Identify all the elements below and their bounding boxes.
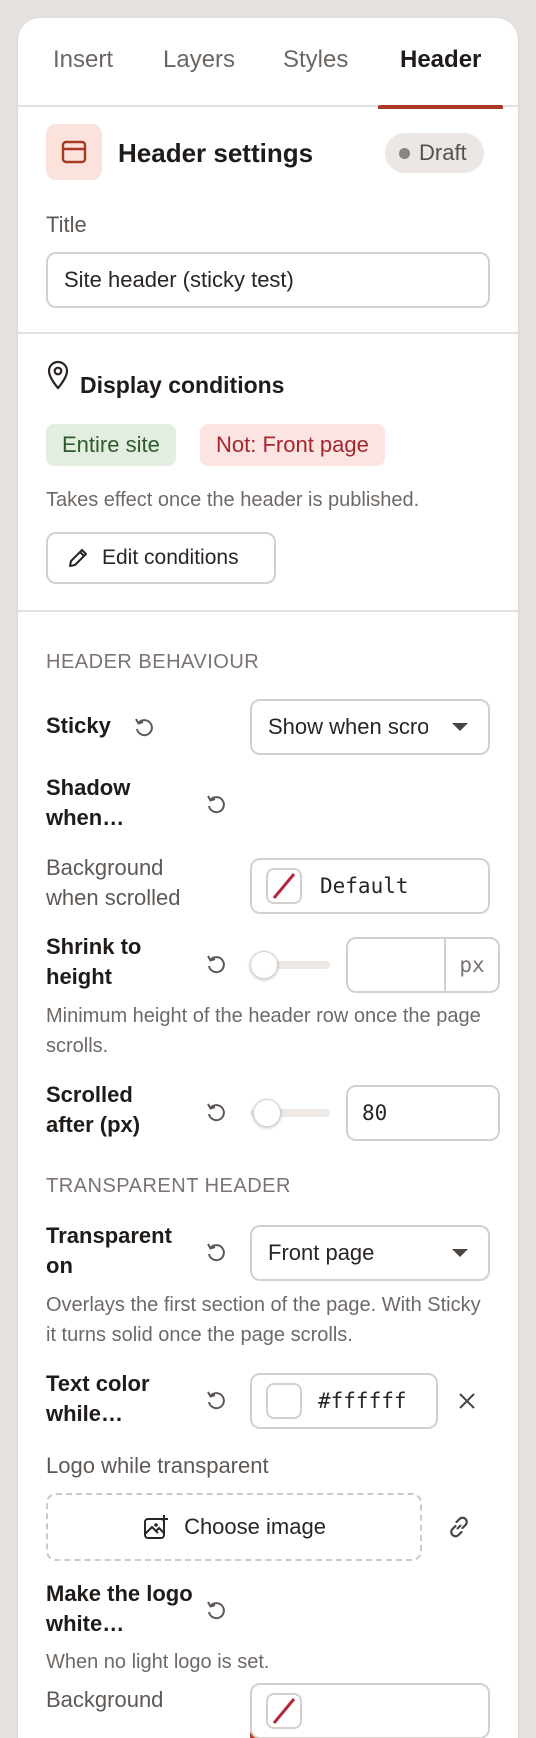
section-heading-behaviour: HEADER BEHAVIOUR [46, 651, 260, 673]
transparent-help-text: Overlays the first section of the page. … [46, 1294, 481, 1346]
shrink-help-text: Minimum height of the header row once th… [46, 1005, 481, 1057]
white-logo-help-text: When no light logo is set. [46, 1651, 270, 1673]
transparent-background-label: Background [46, 1687, 164, 1712]
page-title: Header settings [118, 138, 314, 168]
divider [18, 332, 518, 334]
chevron-down-icon [452, 723, 468, 731]
clear-icon[interactable] [456, 1390, 478, 1417]
transparent-on-label: Transparent on [46, 1223, 172, 1278]
no-color-swatch-icon [266, 1693, 302, 1729]
title-input[interactable]: Site header (sticky test) [46, 252, 490, 308]
scrolled-slider-handle[interactable] [252, 1099, 281, 1127]
choose-image-label: Choose image [184, 1514, 326, 1539]
text-color-picker[interactable]: #ffffff [250, 1373, 438, 1429]
background-color-picker[interactable]: Default [250, 858, 490, 914]
text-color-label: Text color while… [46, 1371, 150, 1426]
tab-header[interactable]: Header [377, 46, 504, 109]
edit-conditions-button[interactable]: Edit conditions [46, 532, 276, 584]
sticky-select-value: Show when scrolling up [268, 714, 428, 739]
tab-insert[interactable]: Insert [53, 46, 113, 107]
tab-bar: Insert Layers Styles Header [18, 18, 518, 109]
white-color-swatch [266, 1383, 302, 1419]
add-image-icon [144, 1515, 169, 1539]
reset-icon[interactable] [204, 1388, 228, 1417]
header-settings-panel: Insert Layers Styles Header Header setti… [18, 18, 518, 1738]
tab-layers[interactable]: Layers [163, 46, 235, 107]
transparent-background-picker[interactable] [250, 1683, 490, 1738]
condition-chip-exclude[interactable]: Not: Front page [200, 424, 385, 466]
white-logo-label: Make the logo white… [46, 1581, 193, 1636]
shrink-height-input[interactable]: px [346, 937, 500, 993]
background-color-value: Default [320, 874, 409, 898]
divider [18, 610, 518, 612]
title-input-value: Site header (sticky test) [64, 267, 294, 292]
chevron-down-icon [452, 1249, 468, 1257]
no-color-swatch-icon [266, 868, 302, 904]
shrink-label: Shrink to height [46, 934, 142, 989]
reset-icon[interactable] [204, 952, 228, 981]
transparent-on-value: Front page [268, 1240, 375, 1265]
link-icon[interactable] [446, 1514, 472, 1545]
edit-conditions-label: Edit conditions [102, 546, 239, 569]
shadow-label: Shadow when… [46, 775, 131, 830]
scrolled-after-input[interactable]: 80 [346, 1085, 500, 1141]
status-dot-icon [399, 147, 410, 159]
condition-chip-include[interactable]: Entire site [46, 424, 176, 466]
sticky-label: Sticky [46, 713, 111, 738]
scrolled-after-value: 80 [362, 1101, 388, 1125]
scrolled-after-label: Scrolled after (px) [46, 1082, 141, 1137]
reset-icon[interactable] [204, 792, 228, 821]
reset-icon[interactable] [132, 715, 156, 744]
shrink-slider-handle[interactable] [250, 951, 278, 979]
pencil-icon [69, 549, 87, 567]
location-pin-icon [46, 360, 70, 395]
status-badge: Draft [385, 133, 484, 173]
section-heading-transparent: TRANSPARENT HEADER [46, 1175, 291, 1197]
reset-icon[interactable] [204, 1598, 228, 1627]
status-badge-label: Draft [419, 140, 467, 165]
text-color-value: #ffffff [318, 1389, 407, 1413]
background-scrolled-label: Background when scrolled [46, 855, 181, 910]
reset-icon[interactable] [204, 1100, 228, 1129]
logo-transparent-label: Logo while transparent [46, 1453, 269, 1478]
reset-icon[interactable] [204, 1240, 228, 1269]
transparent-on-select[interactable]: Front page [250, 1225, 490, 1281]
sticky-select[interactable]: Show when scrolling up [250, 699, 490, 755]
display-conditions-title: Display conditions [80, 372, 285, 398]
title-field-label: Title [46, 212, 87, 237]
header-layout-icon [46, 124, 102, 180]
conditions-help-text: Takes effect once the header is publishe… [46, 489, 420, 511]
unit-label: px [444, 939, 498, 991]
choose-image-button[interactable]: Choose image [46, 1493, 422, 1561]
tab-styles[interactable]: Styles [283, 46, 348, 107]
